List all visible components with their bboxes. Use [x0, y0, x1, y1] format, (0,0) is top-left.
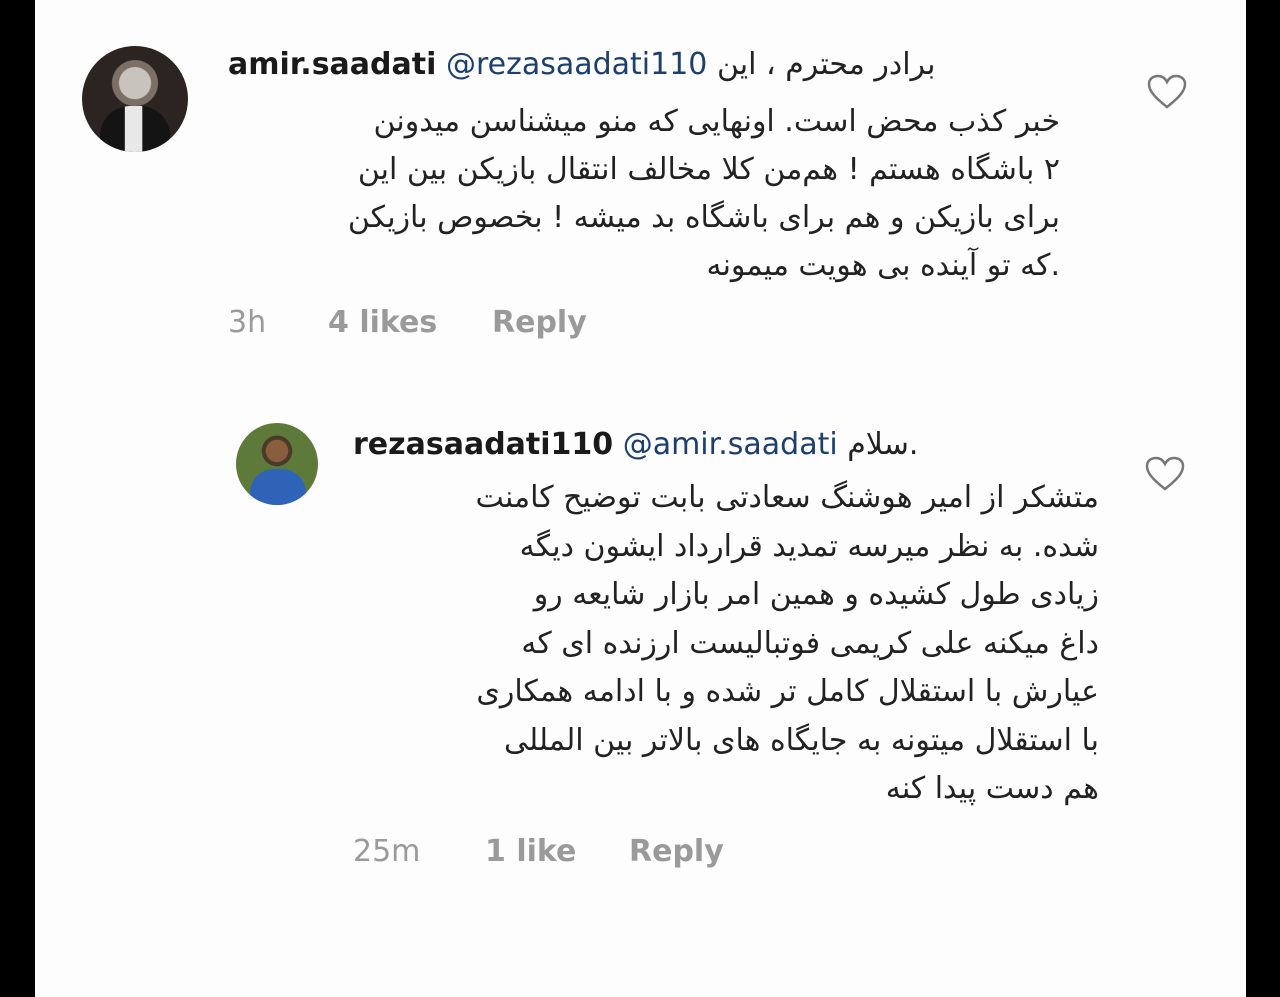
comments-panel: amir.saadati @rezasaadati110 برادر محترم… [35, 0, 1246, 997]
comment-text-line: .که تو آینده بی هویت میمونه [706, 248, 1060, 283]
comment-1-body: خبر کذب محض است. اونهایی که منو میشناسن … [228, 98, 1060, 290]
heart-outline-icon[interactable] [1145, 456, 1185, 492]
reply-button[interactable]: Reply [629, 837, 724, 867]
comment-text-line: هم دست پیدا کنه [885, 771, 1099, 806]
comment-time: 25m [353, 834, 421, 869]
comment-text-line: شده. به نظر میرسه تمدید قرارداد ایشون دی… [519, 528, 1099, 564]
comment-header: rezasaadati110 @amir.saadati .سلام [353, 430, 918, 460]
username[interactable]: rezasaadati110 [353, 427, 613, 462]
comment-text-line: عیارش با استقلال کامل تر شده و با ادامه … [476, 674, 1099, 709]
comment-text-line: خبر کذب محض است. اونهایی که منو میشناسن … [373, 104, 1060, 139]
comment-text-line: ۲ باشگاه هستم ! هم‌من کلا مخالف انتقال ب… [357, 152, 1060, 187]
likes-count[interactable]: 1 like [485, 837, 576, 867]
comment-text-line: برای بازیکن و هم برای باشگاه بد میشه ! ب… [347, 200, 1060, 235]
comment-text-line: .سلام [847, 427, 919, 462]
comment-text-line: داغ میکنه علی کریمی فوتبالیست ارزنده ای … [521, 625, 1099, 661]
comment-2-body: متشکر از امیر هوشنگ سعادتی بابت توضیح کا… [353, 474, 1099, 814]
comment-text-line: متشکر از امیر هوشنگ سعادتی بابت توضیح کا… [475, 480, 1099, 515]
comment-text-line: با استقلال میتونه به جایگاه های بالاتر ب… [503, 722, 1099, 758]
mention-link[interactable]: @amir.saadati [623, 427, 838, 462]
avatar[interactable] [236, 423, 318, 505]
comment-text-line: زیادی طول کشیده و همین امر بازار شایعه ر… [533, 577, 1099, 612]
